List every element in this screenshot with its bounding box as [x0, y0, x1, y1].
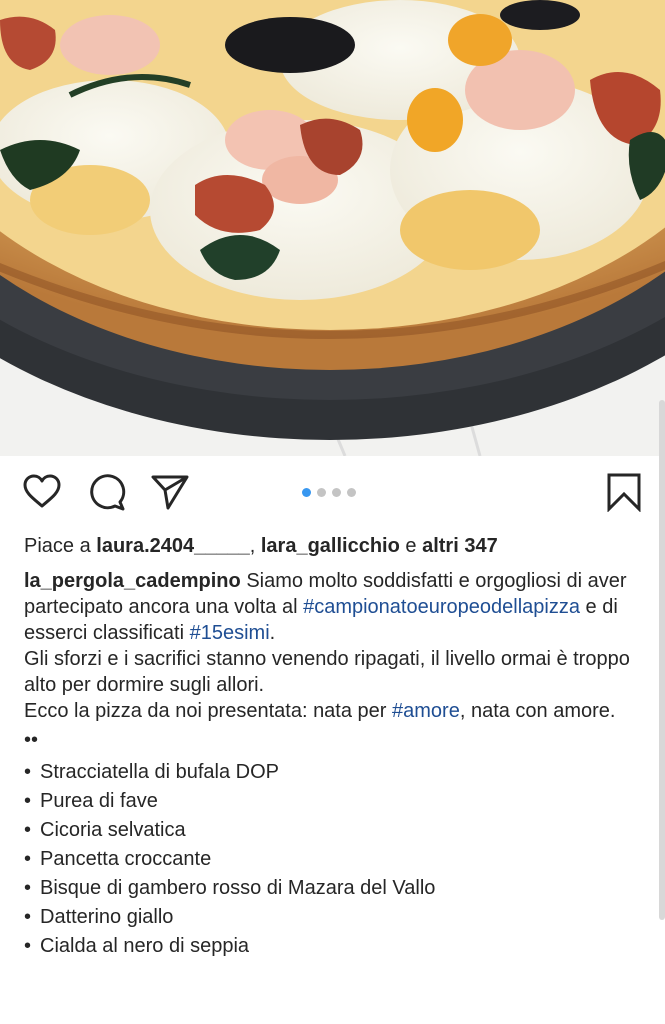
bullet-glyph: •: [24, 877, 32, 899]
ingredient-text: Pancetta croccante: [40, 848, 212, 870]
likes-others-link[interactable]: altri 347: [422, 535, 498, 557]
pizza-photo[interactable]: [0, 0, 665, 456]
bullet-glyph: •: [24, 935, 32, 957]
caption-paragraph-2: Gli sforzi e i sacrifici stanno venendo …: [24, 648, 630, 696]
likes-summary: Piace a laura.2404_____, lara_gallicchio…: [24, 532, 498, 560]
list-item: • Purea di fave: [24, 787, 654, 816]
caption-text-3: .: [269, 622, 276, 644]
pizza-image: [0, 0, 665, 456]
caption-text-5: , nata con amore.: [459, 700, 616, 722]
post-action-bar: [0, 468, 665, 520]
likes-prefix: Piace a: [24, 535, 91, 557]
comment-bubble-icon[interactable]: [87, 472, 127, 512]
list-item: • Pancetta croccante: [24, 845, 654, 874]
hashtag-link[interactable]: #campionatoeuropeodellapizza: [303, 596, 580, 618]
bookmark-icon[interactable]: [604, 472, 644, 512]
list-item: • Cicoria selvatica: [24, 816, 654, 845]
ingredient-text: Purea di fave: [40, 790, 158, 812]
bullet-glyph: •: [24, 848, 32, 870]
list-item: • Stracciatella di bufala DOP: [24, 758, 654, 787]
bullet-glyph: •: [24, 790, 32, 812]
bullet-glyph: •: [24, 819, 32, 841]
liker-username-2[interactable]: lara_gallicchio: [261, 535, 400, 557]
ingredient-text: Datterino giallo: [40, 906, 174, 928]
carousel-dot[interactable]: [302, 488, 311, 497]
carousel-dot[interactable]: [332, 488, 341, 497]
list-item: • Datterino giallo: [24, 903, 654, 932]
likes-separator: ,: [249, 535, 256, 557]
caption-separator: ••: [24, 729, 39, 751]
liker-username-1[interactable]: laura.2404_____: [96, 535, 249, 557]
hashtag-link[interactable]: #amore: [392, 700, 460, 722]
caption-username[interactable]: la_pergola_cadempino: [24, 570, 241, 592]
ingredient-text: Bisque di gambero rosso di Mazara del Va…: [40, 877, 436, 899]
ingredient-text: Cicoria selvatica: [40, 819, 186, 841]
caption-paragraph-3: Ecco la pizza da noi presentata: nata pe…: [24, 698, 654, 724]
carousel-dot[interactable]: [347, 488, 356, 497]
list-item: • Cialda al nero di seppia: [24, 932, 654, 961]
carousel-dots: [302, 488, 356, 498]
carousel-dot[interactable]: [317, 488, 326, 497]
hashtag-link[interactable]: #15esimi: [190, 622, 270, 644]
ingredient-text: Cialda al nero di seppia: [40, 935, 250, 957]
list-item: • Bisque di gambero rosso di Mazara del V…: [24, 874, 654, 903]
heart-icon[interactable]: [22, 472, 62, 512]
ingredient-text: Stracciatella di bufala DOP: [40, 761, 280, 783]
caption-text-4: Ecco la pizza da noi presentata: nata pe…: [24, 700, 387, 722]
bullet-glyph: •: [24, 761, 32, 783]
bullet-glyph: •: [24, 906, 32, 928]
paper-plane-icon[interactable]: [150, 472, 190, 512]
caption-paragraph-1: la_pergola_cadempino Siamo molto soddisf…: [24, 568, 654, 646]
ingredient-list: • Stracciatella di bufala DOP • Purea di f…: [24, 758, 654, 961]
post-caption: la_pergola_cadempino Siamo molto soddisf…: [24, 568, 654, 961]
likes-conjunction: e: [405, 535, 417, 557]
